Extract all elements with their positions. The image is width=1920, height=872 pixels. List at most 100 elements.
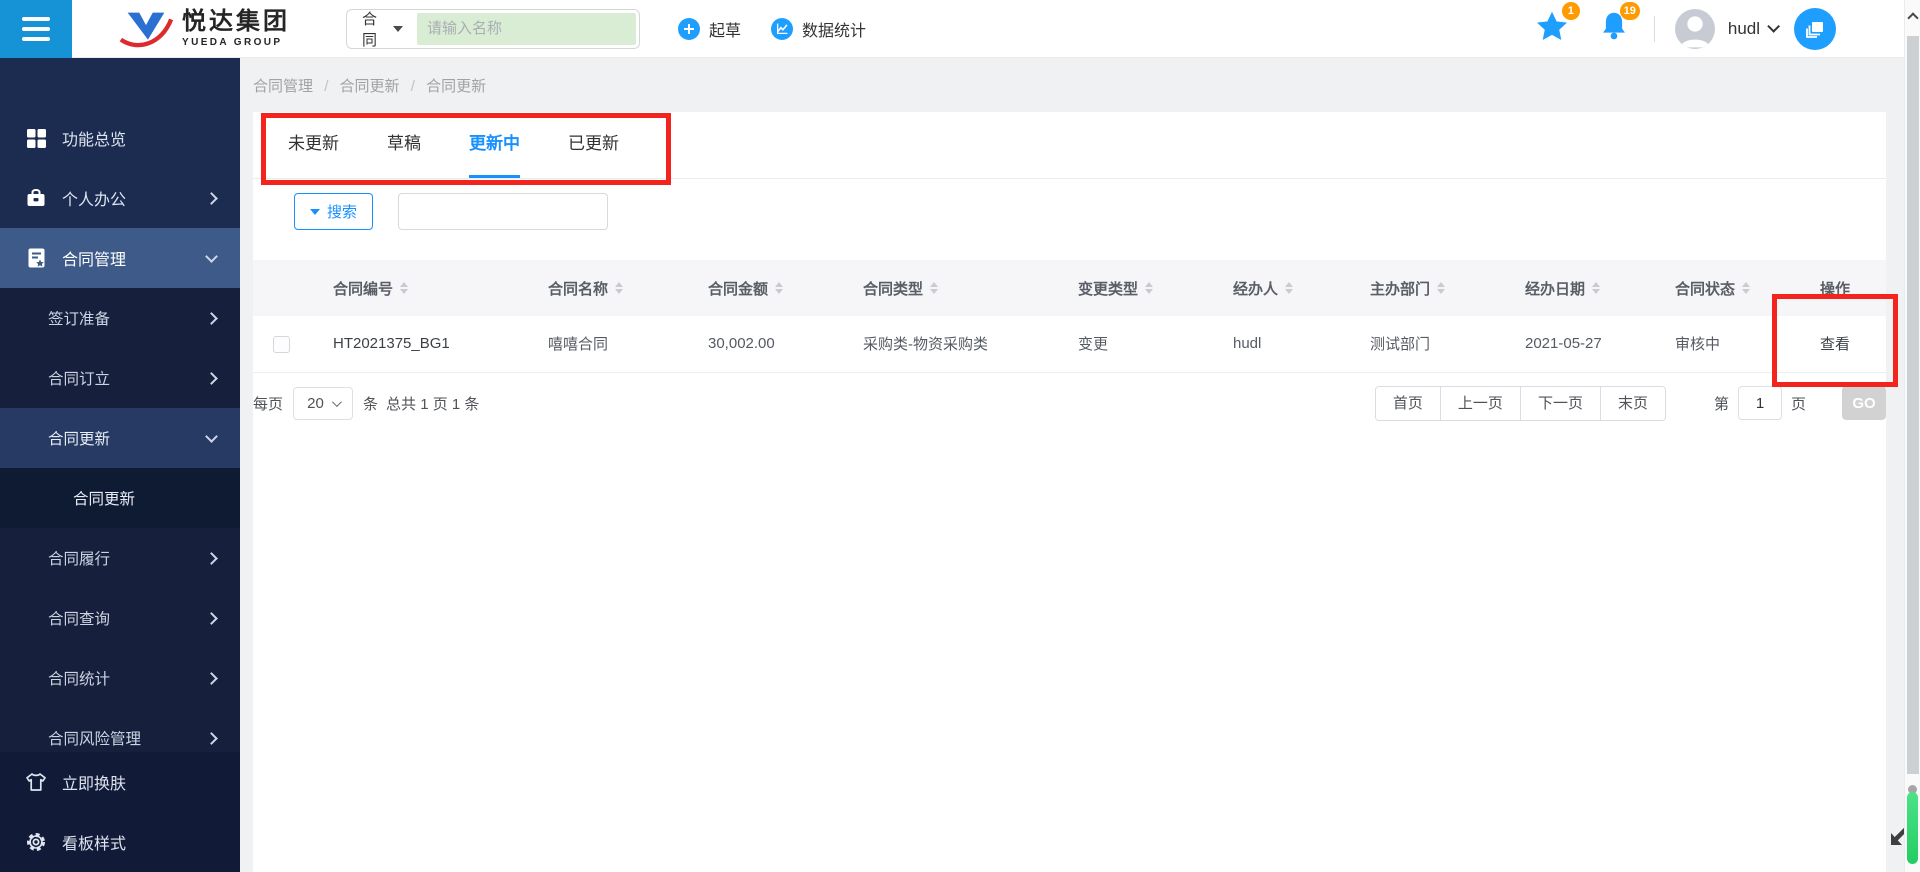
- sidebar-item-contract-formation[interactable]: 合同订立: [0, 348, 240, 408]
- sort-icon: [1592, 282, 1601, 294]
- per-page-unit: 条: [363, 395, 379, 413]
- page-number-input[interactable]: [1737, 386, 1782, 420]
- plus-circle-icon: [678, 17, 700, 40]
- col-contract-name[interactable]: 合同名称: [528, 260, 688, 316]
- col-change-type[interactable]: 变更类型: [1058, 260, 1213, 316]
- multi-window-button[interactable]: [1794, 7, 1836, 50]
- tab-updated[interactable]: 已更新: [568, 112, 619, 178]
- sidebar-item-label: 功能总览: [62, 132, 127, 149]
- sidebar-item-contract-performance[interactable]: 合同履行: [0, 528, 240, 588]
- breadcrumb-part-2[interactable]: 合同更新: [340, 78, 400, 95]
- sidebar-item-label: 合同风险管理: [48, 731, 142, 748]
- search-category-dropdown[interactable]: 合同: [350, 8, 417, 50]
- select-all-header: [253, 260, 313, 316]
- favorites-badge: 1: [1561, 2, 1580, 20]
- view-link[interactable]: 查看: [1820, 336, 1850, 353]
- col-label: 合同状态: [1675, 280, 1736, 298]
- hamburger-menu-button[interactable]: [0, 0, 72, 58]
- global-search-input[interactable]: [417, 12, 636, 45]
- scrollbar-thumb[interactable]: [1906, 36, 1919, 774]
- breadcrumb-part-1[interactable]: 合同管理: [253, 78, 313, 95]
- prev-page-button[interactable]: 上一页: [1439, 386, 1520, 420]
- sort-icon: [1285, 282, 1294, 294]
- sidebar-item-label: 看板样式: [62, 836, 127, 853]
- sort-icon: [1145, 282, 1154, 294]
- col-label: 主办部门: [1370, 280, 1431, 298]
- sidebar: 功能总览 个人办公 合同管理 签订准备 合同订立 合同更新 合同更新 合同履行 …: [0, 58, 240, 872]
- filter-keyword-input[interactable]: [398, 193, 609, 230]
- breadcrumb: 合同管理 / 合同更新 / 合同更新: [240, 58, 1904, 112]
- col-handler[interactable]: 经办人: [1213, 260, 1350, 316]
- col-label: 合同编号: [333, 280, 394, 298]
- tab-not-updated[interactable]: 未更新: [288, 112, 339, 178]
- search-button[interactable]: 搜索: [294, 193, 374, 230]
- layers-icon: [1806, 21, 1823, 38]
- sidebar-menu: 功能总览 个人办公 合同管理 签订准备 合同订立 合同更新 合同更新 合同履行 …: [0, 58, 240, 768]
- col-contract-id[interactable]: 合同编号: [313, 260, 528, 316]
- company-logo: 悦达集团 YUEDA GROUP: [118, 7, 290, 51]
- col-contract-amount[interactable]: 合同金额: [688, 260, 843, 316]
- jump-prefix-label: 第: [1713, 395, 1729, 413]
- sort-icon: [400, 282, 409, 294]
- row-select-cell: [253, 316, 313, 373]
- next-page-button[interactable]: 下一页: [1519, 386, 1600, 420]
- sidebar-item-label: 合同履行: [48, 551, 111, 568]
- col-contract-type[interactable]: 合同类型: [843, 260, 1058, 316]
- chevron-down-icon: [1767, 20, 1780, 33]
- draft-button[interactable]: 起草: [678, 17, 741, 41]
- person-icon: [1680, 15, 1710, 47]
- tshirt-icon: [24, 770, 48, 794]
- per-page-value: 20: [307, 394, 324, 412]
- table-header-row: 合同编号 合同名称 合同金额 合同类型 变更类型 经办人 主办部门 经办日期 合…: [253, 260, 1886, 316]
- pagination-summary: 总共 1 页 1 条: [386, 395, 480, 413]
- header-right-cluster: 1 19 hudl: [1536, 2, 1836, 50]
- first-page-button[interactable]: 首页: [1375, 386, 1440, 420]
- row-checkbox[interactable]: [273, 335, 290, 353]
- cell-contract-status: 审核中: [1655, 316, 1800, 373]
- sidebar-item-signing-preparation[interactable]: 签订准备: [0, 288, 240, 348]
- caret-down-icon: [393, 25, 403, 32]
- breadcrumb-separator: /: [324, 78, 329, 95]
- page-scrollbar[interactable]: [1904, 0, 1920, 872]
- tab-draft[interactable]: 草稿: [387, 112, 421, 178]
- col-label: 合同类型: [863, 280, 924, 298]
- col-contract-status[interactable]: 合同状态: [1655, 260, 1800, 316]
- sidebar-item-contract-update-group[interactable]: 合同更新: [0, 408, 240, 468]
- sidebar-item-label: 合同更新: [48, 431, 111, 448]
- col-handle-date[interactable]: 经办日期: [1505, 260, 1655, 316]
- cell-handler: hudl: [1213, 316, 1350, 373]
- last-page-button[interactable]: 末页: [1599, 386, 1665, 420]
- col-label: 操作: [1820, 280, 1851, 298]
- sidebar-item-contract-query[interactable]: 合同查询: [0, 588, 240, 648]
- breadcrumb-part-3[interactable]: 合同更新: [426, 78, 486, 95]
- status-tabs: 未更新 草稿 更新中 已更新: [253, 112, 1886, 179]
- main-content: 合同管理 / 合同更新 / 合同更新 未更新 草稿 更新中 已更新 搜索 合同编…: [240, 58, 1904, 872]
- sidebar-item-label: 个人办公: [62, 192, 127, 209]
- tab-updating[interactable]: 更新中: [469, 112, 520, 178]
- per-page-select[interactable]: 20: [293, 386, 354, 420]
- scroll-progress-indicator: [1906, 792, 1918, 864]
- sort-icon: [615, 282, 624, 294]
- sidebar-item-contract-management[interactable]: 合同管理: [0, 228, 240, 288]
- sidebar-item-change-skin[interactable]: 立即换肤: [0, 752, 240, 812]
- favorites-button[interactable]: 1: [1536, 2, 1580, 46]
- scroll-up-arrow-icon[interactable]: [1906, 12, 1919, 24]
- username-label[interactable]: hudl: [1728, 19, 1760, 39]
- sidebar-item-function-overview[interactable]: 功能总览: [0, 108, 240, 168]
- data-statistics-button[interactable]: 数据统计: [771, 17, 866, 41]
- go-button[interactable]: GO: [1842, 386, 1886, 420]
- sort-icon: [930, 282, 939, 294]
- sidebar-item-label: 签订准备: [48, 311, 111, 328]
- sidebar-item-label: 合同订立: [48, 371, 111, 388]
- avatar[interactable]: [1674, 8, 1715, 49]
- col-department[interactable]: 主办部门: [1350, 260, 1505, 316]
- sidebar-item-board-style[interactable]: 看板样式: [0, 812, 240, 872]
- cell-change-type: 变更: [1058, 316, 1213, 373]
- notifications-button[interactable]: 19: [1600, 2, 1640, 46]
- sidebar-item-contract-update-active[interactable]: 合同更新: [0, 468, 240, 528]
- sidebar-item-label: 合同查询: [48, 611, 111, 628]
- sidebar-item-contract-statistics[interactable]: 合同统计: [0, 648, 240, 708]
- sidebar-item-label: 合同管理: [62, 252, 127, 269]
- data-statistics-label: 数据统计: [802, 22, 867, 40]
- sidebar-item-personal-office[interactable]: 个人办公: [0, 168, 240, 228]
